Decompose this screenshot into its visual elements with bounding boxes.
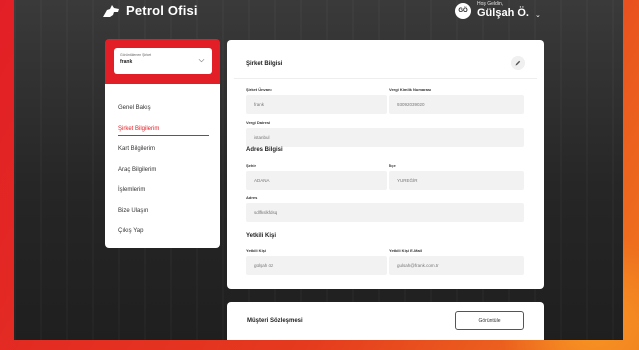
edit-button[interactable] bbox=[511, 56, 525, 70]
contact-email-field[interactable]: gulsah@frank.com.tr bbox=[389, 256, 524, 275]
company-selector-panel: Görüntülenen Şirket frank bbox=[105, 39, 220, 84]
pencil-icon bbox=[515, 60, 521, 66]
divider bbox=[234, 78, 537, 79]
contact-person-field[interactable]: gülşah öz bbox=[246, 256, 387, 275]
tax-office-label: Vergi Dairesi bbox=[246, 120, 271, 125]
address-label: Adres bbox=[246, 195, 258, 200]
city-field[interactable]: ADANA bbox=[246, 171, 387, 190]
company-name-label: Şirket Ünvanı bbox=[246, 87, 272, 92]
greeting-text: Hoş Geldin, bbox=[477, 1, 504, 7]
company-info-title: Şirket Bilgisi bbox=[246, 61, 283, 67]
tax-id-field[interactable]: 93092039020 bbox=[389, 95, 524, 114]
address-field[interactable]: sdlfkslkfdsq bbox=[246, 203, 524, 222]
contract-card: Müşteri Sözleşmesi Görüntüle bbox=[227, 302, 544, 340]
sidebar-item-company-info[interactable]: Şirket Bilgilerim bbox=[105, 119, 220, 140]
sidebar: Görüntülenen Şirket frank Genel Bakış Şi… bbox=[105, 39, 220, 248]
sidebar-item-overview[interactable]: Genel Bakış bbox=[105, 98, 220, 119]
address-info-title: Adres Bilgisi bbox=[246, 147, 283, 153]
sidebar-item-vehicles[interactable]: Araç Bilgilerim bbox=[105, 160, 220, 181]
user-menu[interactable]: GÖ Hoş Geldin, Gülşah Ö. ⌄ bbox=[455, 2, 541, 19]
horse-logo-icon bbox=[103, 4, 119, 17]
user-name: Gülşah Ö. bbox=[477, 7, 529, 19]
contact-info-title: Yetkili Kişi bbox=[246, 233, 277, 239]
chevron-down-icon bbox=[198, 58, 205, 63]
company-name-field[interactable]: frank bbox=[246, 95, 387, 114]
tax-id-label: Vergi Kimlik Numarası bbox=[389, 87, 432, 92]
company-info-card: Şirket Bilgisi Şirket Ünvanı frank Vergi… bbox=[227, 40, 544, 289]
sidebar-item-transactions[interactable]: İşlemlerim bbox=[105, 180, 220, 201]
contact-person-label: Yetkili Kişi bbox=[246, 248, 267, 253]
view-contract-button[interactable]: Görüntüle bbox=[455, 311, 524, 330]
sidebar-item-contact[interactable]: Bize Ulaşın bbox=[105, 201, 220, 222]
chevron-down-icon: ⌄ bbox=[534, 11, 541, 19]
contact-email-label: Yetkili Kişi E-Mail bbox=[389, 248, 422, 253]
sidebar-item-logout[interactable]: Çıkış Yap bbox=[105, 221, 220, 242]
sidebar-menu: Genel Bakış Şirket Bilgilerim Kart Bilgi… bbox=[105, 84, 220, 248]
company-select-label: Görüntülenen Şirket bbox=[120, 53, 152, 57]
brand-logo[interactable]: Petrol Ofisi bbox=[101, 3, 198, 18]
city-label: Şehir bbox=[246, 163, 257, 168]
avatar: GÖ bbox=[455, 2, 471, 19]
company-select[interactable]: Görüntülenen Şirket frank bbox=[114, 48, 212, 74]
contract-title: Müşteri Sözleşmesi bbox=[247, 318, 303, 324]
user-greeting: Hoş Geldin, Gülşah Ö. bbox=[477, 2, 529, 19]
sidebar-item-cards[interactable]: Kart Bilgilerim bbox=[105, 139, 220, 160]
tax-office-field[interactable]: istanbul bbox=[246, 128, 524, 147]
brand-name: Petrol Ofisi bbox=[126, 3, 198, 18]
top-header: Petrol Ofisi GÖ Hoş Geldin, Gülşah Ö. ⌄ bbox=[14, 0, 623, 24]
app-screen: Petrol Ofisi GÖ Hoş Geldin, Gülşah Ö. ⌄ … bbox=[14, 0, 623, 340]
district-label: İlçe bbox=[389, 163, 396, 168]
district-field[interactable]: YUREĞİR bbox=[389, 171, 524, 190]
company-select-value: frank bbox=[120, 59, 133, 65]
